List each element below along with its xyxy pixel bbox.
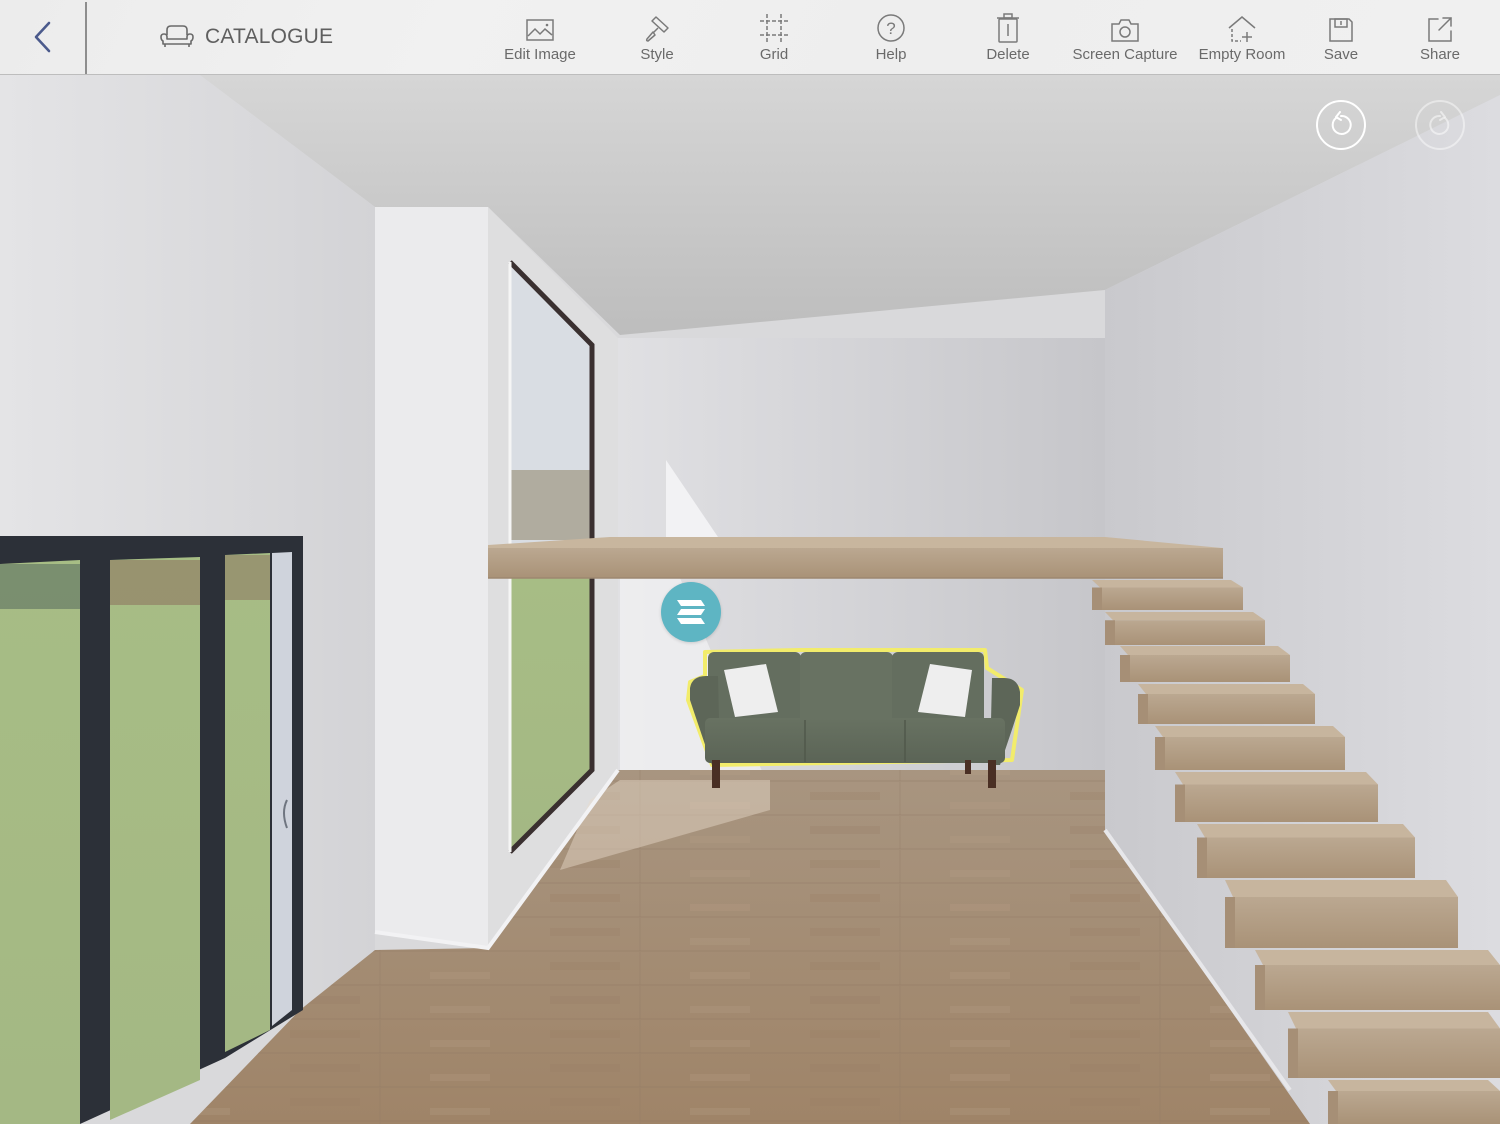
stair-tread	[1263, 965, 1500, 1010]
stair-tread-side	[1175, 784, 1185, 822]
question-circle-icon: ?	[877, 14, 905, 42]
stair-tread	[1205, 837, 1415, 878]
chevron-left-icon	[34, 21, 50, 53]
stair-tread-side	[1120, 655, 1130, 682]
help-label: Help	[875, 46, 907, 63]
stair-tread	[1183, 784, 1378, 822]
room-render	[0, 75, 1500, 1124]
undo-button[interactable]	[1316, 100, 1366, 150]
edit-image-label: Edit Image	[504, 46, 576, 63]
stair-tread	[1163, 737, 1345, 770]
delete-button[interactable]: Delete	[950, 0, 1066, 74]
stair-tread-top	[1092, 580, 1243, 588]
stair-tread-side	[1138, 694, 1148, 724]
stair-tread-side	[1197, 837, 1207, 878]
stair-tread	[1336, 1091, 1500, 1124]
undo-icon	[1331, 111, 1352, 135]
camera-icon	[1111, 19, 1139, 42]
stair-tread	[1146, 694, 1315, 724]
stair-tread-top	[1155, 726, 1345, 737]
redo-button[interactable]	[1415, 100, 1465, 150]
mezzanine-loft	[488, 548, 1223, 578]
save-label: Save	[1323, 46, 1359, 63]
stair-tread-side	[1255, 965, 1265, 1010]
stair-tread-side	[1225, 897, 1235, 948]
catalogue-button[interactable]: CATALOGUE	[160, 0, 333, 74]
brand-logo-icon	[677, 600, 705, 624]
selected-sofa[interactable]	[686, 646, 1026, 792]
screen-capture-label: Screen Capture	[1072, 46, 1178, 63]
stair-tread-top	[1328, 1080, 1500, 1091]
redo-icon	[1429, 111, 1450, 135]
house-plus-icon	[1228, 16, 1256, 42]
stair-tread-top	[1105, 612, 1265, 621]
svg-text:?: ?	[886, 19, 895, 38]
window-trees	[510, 470, 592, 540]
mezzanine-top	[488, 537, 1222, 548]
stair-tread-top	[1175, 772, 1378, 785]
paint-roller-icon	[645, 16, 669, 42]
stair-tread-side	[1288, 1028, 1298, 1078]
catalogue-label: CATALOGUE	[205, 25, 334, 48]
floppy-disk-icon	[1329, 18, 1353, 42]
grid-label: Grid	[759, 46, 789, 63]
stair-tread-top	[1288, 1012, 1500, 1029]
stair-tread-top	[1120, 646, 1290, 655]
stair-tread-side	[1328, 1091, 1338, 1124]
trash-icon	[997, 13, 1019, 43]
stair-tread	[1233, 897, 1458, 948]
stair-tread	[1100, 587, 1243, 610]
share-out-icon	[1428, 17, 1452, 42]
back-button[interactable]	[0, 0, 85, 74]
stair-tread-side	[1092, 587, 1102, 610]
style-label: Style	[640, 46, 674, 63]
stair-tread-top	[1255, 950, 1500, 965]
grid-button[interactable]: Grid	[716, 0, 832, 74]
product-badge-button[interactable]	[661, 582, 721, 642]
sliding-glass-door	[0, 536, 303, 1124]
screen-capture-button[interactable]: Screen Capture	[1067, 0, 1183, 74]
pillar	[375, 207, 488, 948]
room-canvas[interactable]	[0, 75, 1500, 1124]
empty-room-label: Empty Room	[1198, 46, 1286, 63]
stair-tread-side	[1155, 737, 1165, 770]
stair-tread-side	[1105, 620, 1115, 645]
stair-tread	[1296, 1028, 1500, 1078]
share-label: Share	[1419, 46, 1461, 63]
grid-crop-icon	[760, 14, 788, 42]
share-button[interactable]: Share	[1382, 0, 1498, 74]
sofa-icon	[160, 25, 194, 47]
toolbar-divider	[85, 2, 87, 74]
image-icon	[526, 19, 554, 41]
stair-tread	[1113, 620, 1265, 645]
top-toolbar: CATALOGUE Edit Image Style Grid ? Help D…	[0, 0, 1500, 75]
delete-label: Delete	[986, 46, 1030, 63]
style-button[interactable]: Style	[599, 0, 715, 74]
help-button[interactable]: ? Help	[833, 0, 949, 74]
stair-tread-top	[1197, 824, 1415, 838]
edit-image-button[interactable]: Edit Image	[482, 0, 598, 74]
stair-tread-top	[1138, 684, 1315, 694]
stair-tread-top	[1225, 880, 1458, 897]
stair-tread	[1128, 655, 1290, 682]
